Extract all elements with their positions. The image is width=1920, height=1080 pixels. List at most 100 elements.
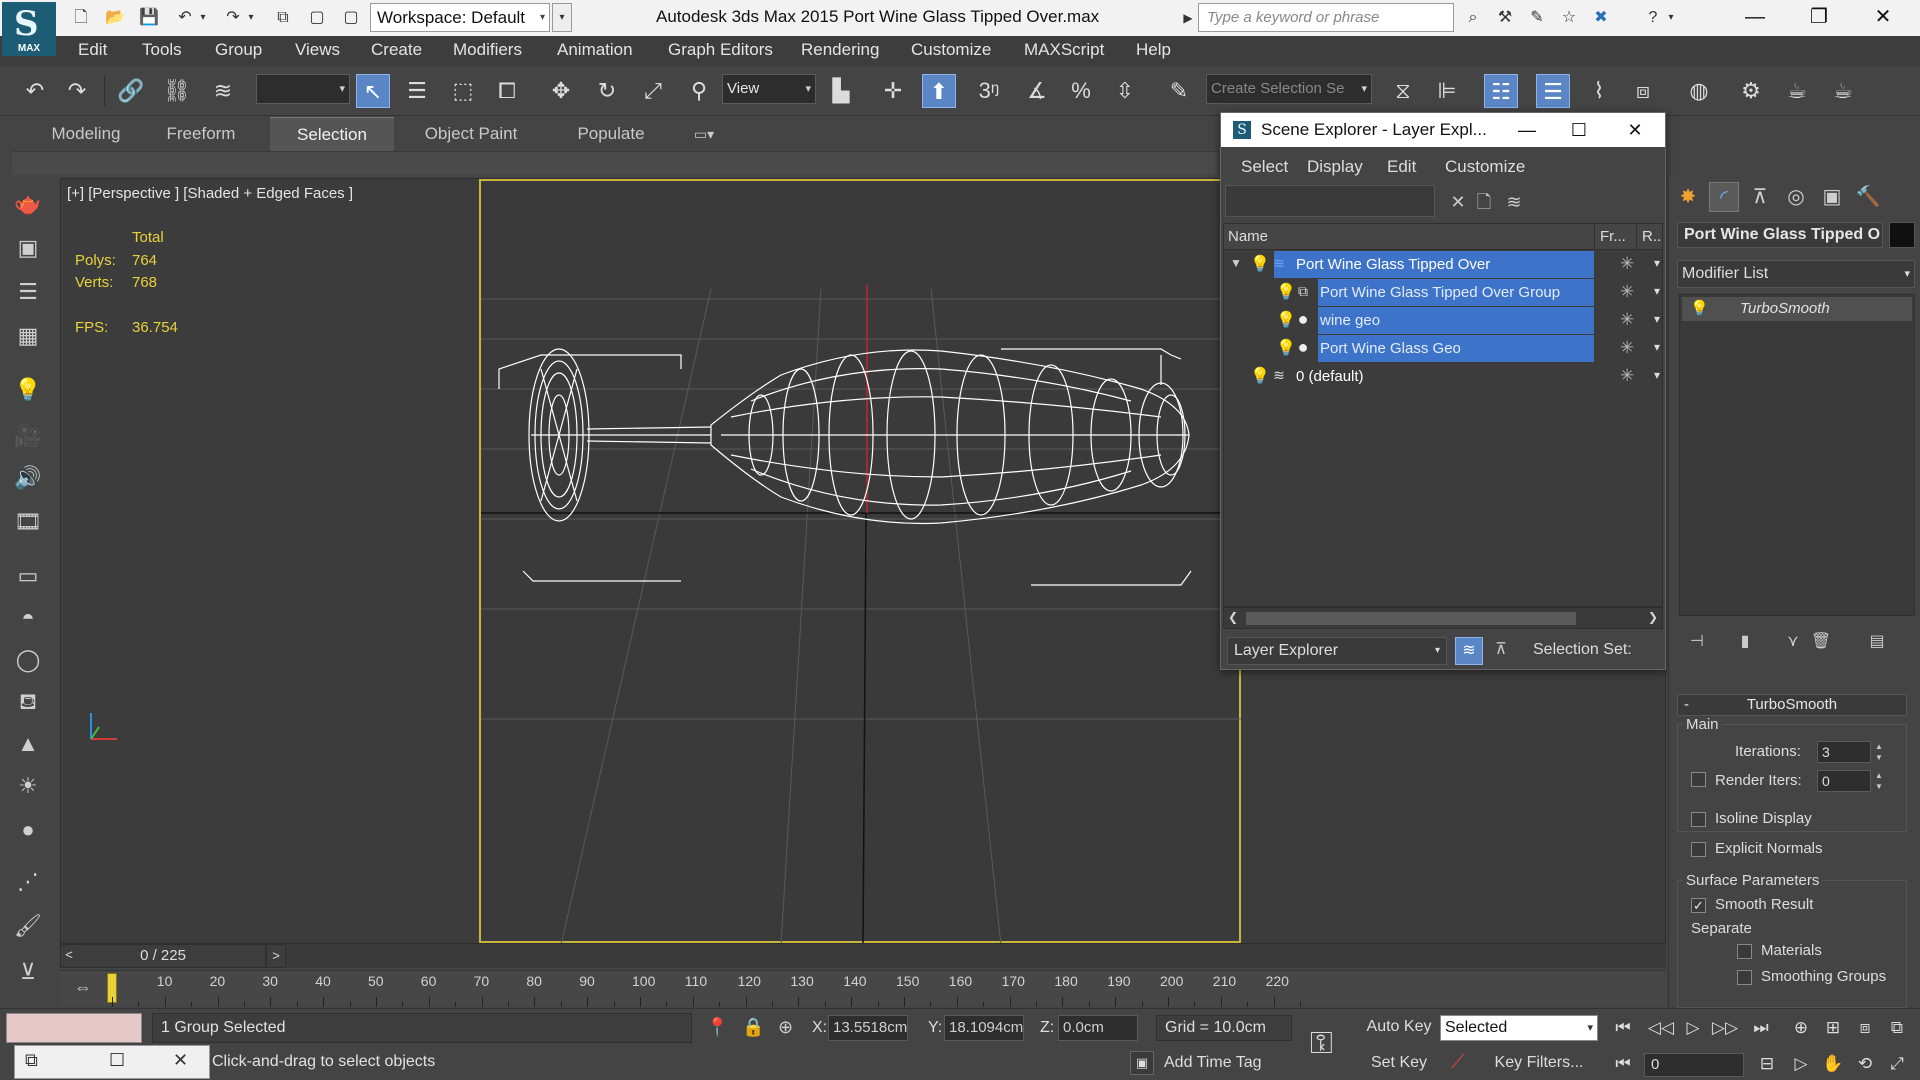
scene-explorer-search-input[interactable] — [1225, 185, 1435, 217]
visibility-bulb-icon[interactable]: 💡 — [1250, 366, 1270, 386]
tree-row[interactable]: ▼ 💡 ≋ Port Wine Glass Tipped Over ✳ ▾ — [1224, 251, 1662, 279]
tree-row[interactable]: 💡 ● wine geo ✳ ▾ — [1224, 307, 1662, 335]
field-of-view-icon[interactable]: ▷ — [1786, 1051, 1816, 1077]
workspace-options-button[interactable]: ▾ — [552, 3, 572, 32]
z-coord-input[interactable]: 0.0cm — [1058, 1015, 1138, 1041]
time-slider[interactable]: 0 / 225 < > — [60, 944, 1666, 968]
visibility-bulb-icon[interactable]: 💡 — [1276, 310, 1296, 330]
materials-checkbox[interactable] — [1737, 944, 1752, 959]
curve-editor-icon[interactable]: ⌇ — [1582, 74, 1616, 108]
play-icon[interactable]: ▷ — [1678, 1015, 1708, 1041]
motion-tab-icon[interactable]: ◎ — [1781, 182, 1811, 212]
schematic-view-icon[interactable]: ⧈ — [1626, 74, 1660, 108]
select-and-move-icon[interactable]: ✥ — [544, 74, 578, 108]
menu-help[interactable]: Help — [1136, 40, 1171, 60]
se-menu-edit[interactable]: Edit — [1387, 157, 1416, 177]
search-input[interactable]: Type a keyword or phrase — [1198, 3, 1454, 32]
column-render[interactable]: R... — [1642, 228, 1662, 245]
reference-coordinate-select[interactable]: View ▾ — [722, 74, 816, 104]
help-chevron-icon[interactable]: ▾ — [1664, 4, 1678, 30]
bind-space-warp-icon[interactable]: ≋ — [206, 74, 240, 108]
freeze-snowflake-icon[interactable]: ✳ — [1620, 254, 1634, 274]
undo-icon[interactable]: ↶ — [172, 4, 198, 30]
iterations-spinner-arrows[interactable]: ▲ ▼ — [1873, 741, 1885, 763]
column-name[interactable]: Name — [1228, 228, 1268, 245]
exchange-x-icon[interactable]: ✖ — [1588, 4, 1614, 30]
list-icon[interactable]: ☰ — [10, 274, 46, 310]
orbit-icon[interactable]: ⟲ — [1850, 1051, 1880, 1077]
menu-create[interactable]: Create — [371, 40, 422, 60]
create-new-layer-icon[interactable]: 🗋 — [1471, 189, 1497, 215]
tree-row[interactable]: 💡 ≋ 0 (default) ✳ ▾ — [1224, 363, 1662, 391]
set-key-button[interactable]: Set Key — [1364, 1051, 1434, 1077]
clear-search-icon[interactable]: ✕ — [1445, 189, 1471, 215]
tree-row[interactable]: 💡 ● Port Wine Glass Geo ✳ ▾ — [1224, 335, 1662, 363]
sort-by-layer-icon[interactable]: ≋ — [1455, 637, 1483, 665]
zoom-all-icon[interactable]: ⊞ — [1818, 1015, 1848, 1041]
scroll-left-icon[interactable]: ❮ — [1228, 610, 1238, 624]
tab-selection[interactable]: Selection — [270, 117, 394, 151]
subscription-icon[interactable]: ⚒ — [1492, 4, 1518, 30]
key-mode-toggle-icon[interactable]: ⏮ — [1608, 1051, 1638, 1077]
set-key-tangent-icon[interactable]: ⟋ — [1444, 1051, 1472, 1077]
freeze-snowflake-icon[interactable]: ✳ — [1620, 366, 1634, 386]
toggle-scene-explorer-icon[interactable]: ☷ — [1484, 74, 1518, 108]
show-end-result-icon[interactable]: ▮ — [1733, 630, 1757, 654]
select-manipulate-icon[interactable]: ✛ — [876, 74, 910, 108]
smoothing-groups-checkbox[interactable] — [1737, 970, 1752, 985]
toggle-layer-explorer-icon[interactable]: ☰ — [1536, 74, 1570, 108]
render-iters-spinner-arrows[interactable]: ▲ ▼ — [1873, 770, 1885, 792]
modifier-stack-item[interactable]: 💡 TurboSmooth — [1682, 297, 1912, 321]
modify-tab-icon[interactable]: ◜ — [1709, 182, 1739, 212]
mirror-icon[interactable]: ⧖ — [1386, 74, 1420, 108]
go-to-start-icon[interactable]: ⏮ — [1608, 1015, 1638, 1041]
redo-icon[interactable]: ↷ — [60, 74, 94, 108]
keyboard-shortcut-override-icon[interactable]: ⬆ — [922, 74, 956, 108]
unlink-icon[interactable]: ⛓ — [160, 74, 194, 108]
se-menu-select[interactable]: Select — [1241, 157, 1288, 177]
angle-snap-icon[interactable]: ∡ — [1020, 74, 1054, 108]
minimized-window-bar[interactable]: ⧉ ☐ ✕ — [14, 1045, 210, 1079]
object-name-input[interactable]: Port Wine Glass Tipped O — [1677, 222, 1883, 248]
render-iters-spinner[interactable]: 0 — [1817, 770, 1871, 792]
menu-rendering[interactable]: Rendering — [801, 40, 879, 60]
menu-edit[interactable]: Edit — [78, 40, 107, 60]
table-icon[interactable]: ▦ — [10, 318, 46, 354]
undo-icon[interactable]: ↶ — [18, 74, 52, 108]
pan-view-icon[interactable]: ✋ — [1818, 1051, 1848, 1077]
go-to-end-icon[interactable]: ⏭ — [1746, 1015, 1776, 1041]
time-slider-thumb[interactable]: 0 / 225 — [60, 944, 266, 968]
redo-history-chevron-icon[interactable]: ▾ — [244, 4, 258, 30]
project-folder-icon[interactable]: ⧉ — [270, 4, 296, 30]
render-setup-icon[interactable]: ⚙ — [1734, 74, 1768, 108]
set-keys-key-icon[interactable]: ⚿ — [1310, 1027, 1333, 1061]
help-icon[interactable]: ? — [1640, 4, 1666, 30]
visibility-bulb-icon[interactable]: 💡 — [1250, 254, 1270, 274]
pivot-center-icon[interactable]: ▙ — [824, 74, 858, 108]
window-icon[interactable]: ▢ — [304, 4, 330, 30]
sort-by-hierarchy-icon[interactable]: ⊼ — [1487, 637, 1515, 665]
edit-named-selection-icon[interactable]: ✎ — [1162, 74, 1196, 108]
named-selection-set-input[interactable]: Create Selection Se ▾ — [1206, 74, 1372, 104]
scene-explorer-window[interactable]: S Scene Explorer - Layer Expl... — ☐ ✕ S… — [1220, 112, 1666, 670]
material-editor-icon[interactable]: ◍ — [1682, 74, 1716, 108]
previous-frame-button[interactable]: < — [60, 944, 78, 968]
scene-explorer-maximize-button[interactable]: ☐ — [1559, 115, 1599, 145]
select-object-icon[interactable]: ↖ — [356, 74, 390, 108]
minimize-button[interactable]: — — [1724, 0, 1786, 34]
smooth-result-checkbox[interactable]: ✓ — [1691, 898, 1706, 913]
next-key-icon[interactable]: ▷▷ — [1710, 1015, 1740, 1041]
search-expand-icon[interactable]: ▶ — [1180, 4, 1196, 30]
sphere-icon[interactable]: ◯ — [10, 642, 46, 678]
undo-history-chevron-icon[interactable]: ▾ — [196, 4, 210, 30]
expand-arrow-icon[interactable]: ▼ — [1230, 256, 1242, 270]
modifier-enable-bulb-icon[interactable]: 💡 — [1690, 299, 1709, 317]
render-toggle-icon[interactable]: ▾ — [1654, 284, 1660, 298]
display-tab-icon[interactable]: ▣ — [1817, 182, 1847, 212]
key-filters-button[interactable]: Key Filters... — [1480, 1051, 1598, 1077]
menu-maxscript[interactable]: MAXScript — [1024, 40, 1104, 60]
axis-icon[interactable]: ⊻ — [10, 954, 46, 990]
freeze-snowflake-icon[interactable]: ✳ — [1620, 282, 1634, 302]
menu-modifiers[interactable]: Modifiers — [453, 40, 522, 60]
restore-button[interactable]: ❐ — [1788, 0, 1850, 34]
